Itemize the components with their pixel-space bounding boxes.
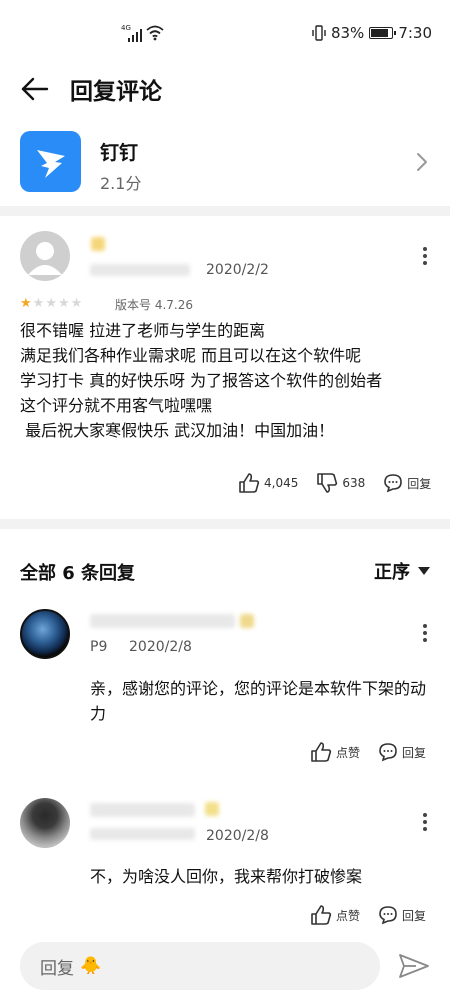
sort-label: 正序 bbox=[374, 562, 410, 583]
reply-button[interactable]: 回复 bbox=[378, 905, 426, 925]
rating-stars: ★ ★ ★ ★ ★ bbox=[20, 297, 82, 310]
wifi-icon bbox=[146, 25, 164, 41]
reply-date: 2020/2/8 bbox=[129, 639, 192, 655]
app-info-row[interactable]: 钉钉 2.1分 bbox=[0, 126, 450, 204]
battery-percent: 83% bbox=[330, 24, 365, 42]
default-user-icon bbox=[28, 242, 62, 275]
more-options-icon[interactable] bbox=[422, 247, 428, 267]
reply-button[interactable]: 回复 bbox=[383, 473, 431, 493]
user-badge-icon bbox=[205, 802, 219, 816]
star-empty-icon: ★ bbox=[57, 296, 70, 311]
user-badge-icon bbox=[91, 237, 105, 251]
device-tag: P9 bbox=[90, 639, 108, 655]
replies-count-header: 全部 6 条回复 bbox=[20, 563, 136, 584]
username-redacted bbox=[90, 264, 190, 276]
dislike-button[interactable]: 638 bbox=[316, 473, 365, 493]
section-divider bbox=[0, 519, 450, 529]
avatar[interactable] bbox=[20, 798, 70, 848]
username-redacted bbox=[90, 803, 195, 817]
reply-actions: 点赞 回复 bbox=[310, 742, 426, 762]
like-button[interactable]: 4,045 bbox=[238, 473, 298, 493]
clock: 7:30 bbox=[398, 24, 432, 42]
reply-body: 亲，感谢您的评论，您的评论是本软件下架的动力 bbox=[90, 679, 427, 723]
network-type: 4G bbox=[121, 24, 131, 32]
star-empty-icon: ★ bbox=[70, 296, 83, 311]
reply-button[interactable]: 回复 bbox=[378, 742, 426, 762]
chevron-right-icon[interactable] bbox=[416, 152, 428, 172]
reply-actions: 点赞 回复 bbox=[310, 905, 426, 925]
thumbs-down-icon bbox=[317, 473, 338, 493]
back-arrow-icon[interactable] bbox=[20, 74, 50, 104]
status-bar: 4G 83% 7:30 bbox=[0, 0, 450, 64]
avatar[interactable] bbox=[20, 231, 70, 281]
sort-dropdown[interactable]: 正序 bbox=[374, 558, 430, 584]
comment-bubble-icon bbox=[379, 906, 397, 925]
comment-date: 2020/2/2 bbox=[206, 262, 269, 278]
reply-label: 回复 bbox=[402, 908, 427, 923]
reply-label: 回复 bbox=[402, 745, 427, 760]
user-subtitle-redacted bbox=[90, 828, 195, 840]
app-score: 2.1分 bbox=[100, 174, 142, 193]
star-empty-icon: ★ bbox=[45, 296, 57, 311]
star-filled-icon: ★ bbox=[20, 296, 32, 311]
reply-date: 2020/2/8 bbox=[206, 828, 269, 844]
dislike-count: 638 bbox=[342, 476, 366, 490]
thumbs-up-icon bbox=[239, 473, 260, 493]
like-label: 点赞 bbox=[336, 908, 361, 923]
thumbs-up-icon bbox=[311, 742, 332, 762]
reply-input[interactable]: 回复 🐥 bbox=[20, 942, 380, 990]
caret-down-icon bbox=[418, 567, 430, 575]
reply-input-placeholder: 回复 bbox=[40, 958, 74, 979]
reply-label: 回复 bbox=[407, 476, 432, 491]
star-empty-icon: ★ bbox=[32, 296, 45, 311]
comment-bubble-icon bbox=[384, 474, 403, 493]
reply-composer: 回复 🐥 bbox=[0, 936, 450, 1000]
vibrate-icon bbox=[312, 25, 326, 41]
page-title: 回复评论 bbox=[70, 79, 162, 105]
thumbs-up-icon bbox=[311, 905, 332, 925]
section-divider bbox=[0, 206, 450, 216]
send-icon[interactable] bbox=[398, 952, 430, 980]
like-count: 4,045 bbox=[264, 476, 299, 490]
app-version: 版本号 4.7.26 bbox=[115, 298, 193, 312]
comment-actions: 4,045 638 回复 bbox=[238, 473, 431, 493]
more-options-icon[interactable] bbox=[422, 813, 428, 833]
more-options-icon[interactable] bbox=[422, 624, 428, 644]
username-redacted bbox=[90, 614, 235, 628]
like-label: 点赞 bbox=[336, 745, 361, 760]
title-bar: 回复评论 bbox=[0, 64, 450, 114]
like-button[interactable]: 点赞 bbox=[310, 905, 360, 925]
comment-body: 很不错喔 拉进了老师与学生的距离 满足我们各种作业需求呢 而且可以在这个软件呢 … bbox=[20, 321, 383, 440]
like-button[interactable]: 点赞 bbox=[310, 742, 360, 762]
status-right: 83% 7:30 bbox=[312, 24, 432, 42]
app-name: 钉钉 bbox=[100, 142, 139, 164]
battery-icon bbox=[369, 27, 397, 39]
user-badge-icon bbox=[240, 614, 254, 628]
comment-bubble-icon bbox=[379, 743, 397, 762]
reply-body: 不，为啥没人回你，我来帮你打破惨案 bbox=[90, 867, 363, 886]
avatar[interactable] bbox=[20, 609, 70, 659]
chick-emoji-icon[interactable]: 🐥 bbox=[80, 956, 101, 976]
dingtalk-logo-icon bbox=[20, 131, 81, 192]
